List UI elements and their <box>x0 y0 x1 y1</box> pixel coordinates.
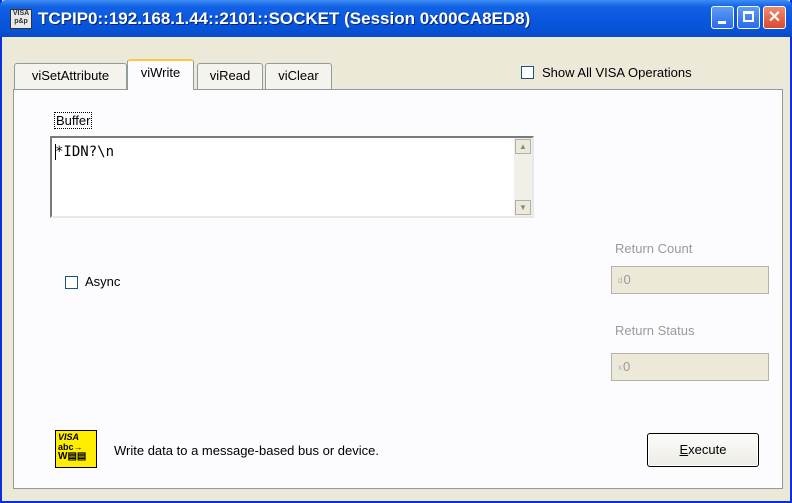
buffer-scrollbar[interactable]: ▲ ▼ <box>514 138 532 216</box>
operation-description: Write data to a message-based bus or dev… <box>114 443 379 458</box>
visa-icon-line: VISA <box>58 432 80 442</box>
application-window: VISA p&p TCPIP0::192.168.1.44::2101::SOC… <box>0 0 792 503</box>
buffer-value: *IDN?\n <box>55 144 115 160</box>
app-icon: VISA p&p <box>10 9 32 29</box>
show-all-visa-label: Show All VISA Operations <box>542 65 692 80</box>
execute-label-rest: xecute <box>688 442 727 457</box>
visa-write-icon: VISA abc→ W▤▤ <box>55 430 97 468</box>
return-count-field: d0 <box>611 266 769 294</box>
maximize-icon <box>743 11 754 22</box>
minimize-button[interactable] <box>711 6 734 29</box>
return-count-value: 0 <box>623 272 631 287</box>
return-status-value: 0 <box>623 359 631 374</box>
return-status-field: x0 <box>611 353 769 381</box>
title-bar[interactable]: VISA p&p TCPIP0::192.168.1.44::2101::SOC… <box>0 0 792 37</box>
async-label: Async <box>85 274 121 289</box>
tab-viread[interactable]: viRead <box>197 63 263 89</box>
tab-visetattribute[interactable]: viSetAttribute <box>14 63 127 89</box>
tab-viclear[interactable]: viClear <box>265 63 332 89</box>
scroll-up-icon[interactable]: ▲ <box>515 139 531 154</box>
async-checkbox[interactable] <box>65 276 78 289</box>
window-title: TCPIP0::192.168.1.44::2101::SOCKET (Sess… <box>38 9 531 28</box>
buffer-textarea[interactable]: *IDN?\n ▲ ▼ <box>50 136 534 218</box>
tab-viwrite[interactable]: viWrite <box>127 59 194 90</box>
return-status-label: Return Status <box>615 323 695 338</box>
buffer-label: Buffer <box>54 112 93 129</box>
return-count-prefix: d <box>618 275 623 285</box>
close-button[interactable]: ✕ <box>763 6 786 29</box>
return-count-label: Return Count <box>615 241 693 256</box>
visa-icon-line: W▤▤ <box>58 451 87 462</box>
maximize-button[interactable] <box>737 6 760 29</box>
minimize-icon <box>718 21 726 24</box>
return-status-prefix: x <box>618 362 622 372</box>
execute-mnemonic: E <box>679 442 689 457</box>
scroll-down-icon[interactable]: ▼ <box>515 200 531 215</box>
close-icon: ✕ <box>767 9 782 26</box>
show-all-visa-checkbox[interactable] <box>521 66 534 79</box>
execute-button[interactable]: Execute <box>647 433 759 467</box>
